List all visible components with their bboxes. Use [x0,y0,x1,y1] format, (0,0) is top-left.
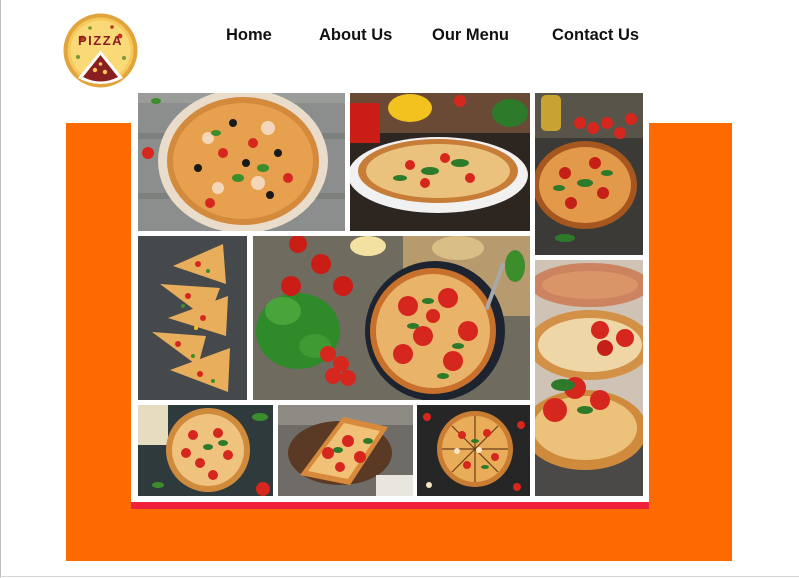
pizza-half-photo[interactable] [278,405,413,496]
page-border-bottom [0,576,799,577]
pizza-board-photo[interactable] [138,405,273,496]
pizza-slices-photo[interactable] [138,236,247,400]
pizza-pan-basil-photo[interactable] [253,236,530,400]
pizza-logo-icon[interactable]: PIZZA [62,12,139,89]
nav-contact-us[interactable]: Contact Us [552,26,639,45]
gallery-red-strip [131,502,649,509]
pizza-cut-photo[interactable] [417,405,530,496]
pizza-plate-photo[interactable] [350,93,530,231]
pizza-closeup-photo[interactable] [535,260,643,496]
nav-our-menu[interactable]: Our Menu [432,26,509,45]
pizza-tomatoes-photo[interactable] [535,93,643,255]
nav-home[interactable]: Home [226,26,272,45]
pizza-olives-photo[interactable] [138,93,345,231]
nav-about-us[interactable]: About Us [319,26,392,45]
logo-text: PIZZA [78,33,123,48]
page-border-left [0,0,1,578]
